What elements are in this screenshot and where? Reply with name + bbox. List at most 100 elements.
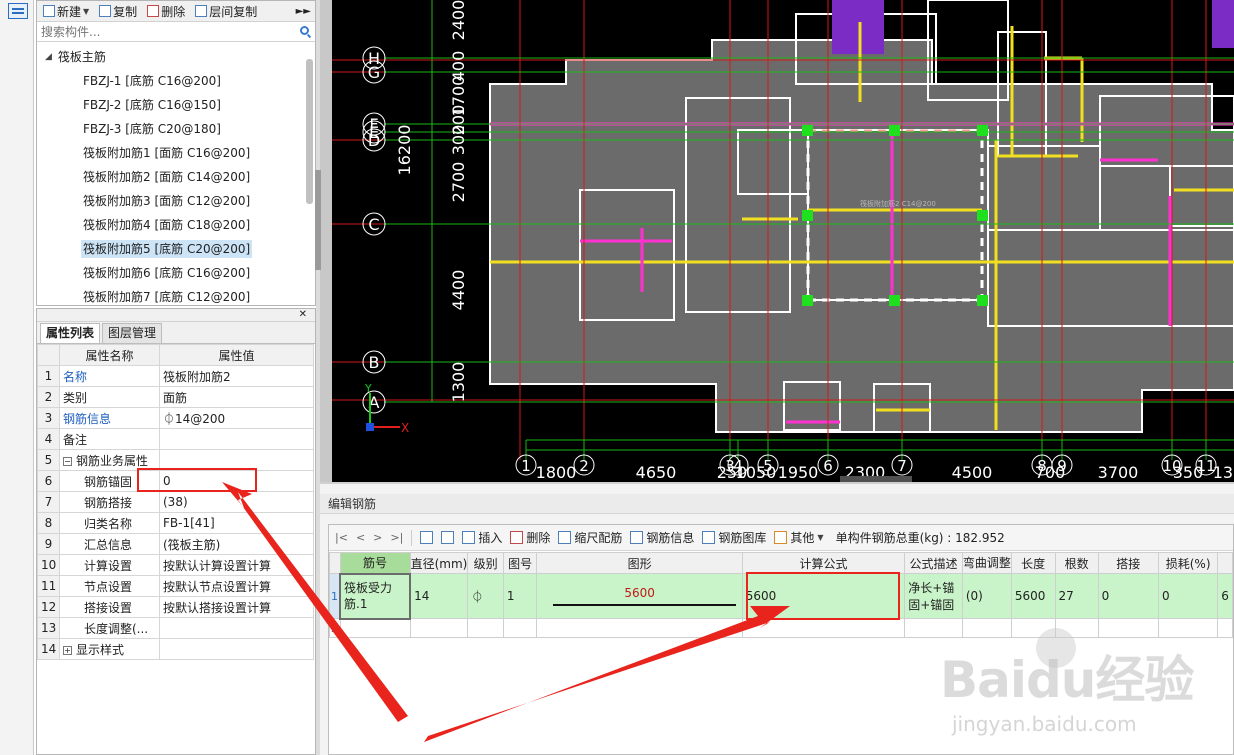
loss-cell[interactable]: 0 — [1157, 573, 1219, 619]
floor-copy-button[interactable]: 层间复制 — [193, 2, 259, 21]
move-up-icon[interactable] — [420, 531, 434, 544]
property-row[interactable]: 7 钢筋搭接 (38) — [37, 491, 314, 513]
property-value[interactable]: 按默认计算设置计算 — [159, 554, 314, 576]
delete-button[interactable]: 删除 — [145, 2, 187, 21]
grade-cell[interactable]: ⏀ — [467, 573, 504, 619]
tree-item[interactable]: 筏板附加筋7 [底筋 C12@200] — [37, 285, 303, 305]
empty-cell[interactable] — [1010, 618, 1056, 638]
rebar-delete-button[interactable]: 删除 — [510, 529, 550, 546]
property-value[interactable] — [159, 449, 314, 471]
property-row[interactable]: 9 汇总信息 (筏板主筋) — [37, 533, 314, 555]
property-row[interactable]: 4 备注 — [37, 428, 314, 450]
property-value[interactable] — [159, 638, 314, 660]
lap-cell[interactable]: 0 — [1097, 573, 1159, 619]
bend-adjust-cell[interactable]: (0) — [961, 573, 1012, 619]
empty-cell[interactable] — [502, 618, 538, 638]
cad-svg[interactable]: 筏板附加筋2 C14@200 HGFEDCBA 2400400170020030… — [332, 0, 1234, 482]
figure-no-cell[interactable]: 1 — [502, 573, 538, 619]
shape-cell[interactable]: 5600 — [536, 573, 743, 619]
property-value[interactable] — [159, 428, 314, 450]
collapse-icon[interactable]: − — [63, 456, 72, 466]
extra-cell[interactable]: 6 — [1217, 573, 1233, 619]
property-row[interactable]: 13 长度调整(... — [37, 617, 314, 639]
copy-button[interactable]: 复制 — [97, 2, 139, 21]
empty-cell[interactable] — [1054, 618, 1099, 638]
property-row[interactable]: 11 节点设置 按默认节点设置计算 — [37, 575, 314, 597]
table-row[interactable]: 1 筏板受力筋.1 14 ⏀ 1 5600 5600 净长+锚固+锚固 (0) … — [329, 572, 1233, 620]
chevron-down-icon[interactable]: ▼ — [83, 7, 89, 16]
first-row-button[interactable]: |< — [335, 531, 348, 544]
last-row-button[interactable]: >| — [390, 531, 403, 544]
property-value[interactable]: 按默认搭接设置计算 — [159, 596, 314, 618]
property-value[interactable] — [159, 617, 314, 639]
empty-cell[interactable] — [1217, 618, 1233, 638]
search-input[interactable] — [37, 22, 315, 41]
diameter-cell[interactable]: 14 — [409, 573, 469, 619]
next-row-button[interactable]: > — [373, 531, 382, 544]
property-value[interactable]: 面筋 — [159, 386, 314, 408]
property-row[interactable]: 12 搭接设置 按默认搭接设置计算 — [37, 596, 314, 618]
property-value[interactable]: 按默认节点设置计算 — [159, 575, 314, 597]
empty-cell[interactable] — [467, 618, 504, 638]
tree-item[interactable]: FBZJ-3 [底筋 C20@180] — [37, 117, 303, 141]
tree-item[interactable]: 筏板附加筋4 [面筋 C18@200] — [37, 213, 303, 237]
tree-item-label: FBZJ-1 [底筋 C16@200] — [83, 74, 221, 88]
toolbar-overflow-icon[interactable]: ►► — [296, 6, 311, 17]
rebar-library-button[interactable]: 钢筋图库 — [702, 529, 766, 546]
empty-cell[interactable] — [409, 618, 469, 638]
collapse-triangle-icon[interactable]: ◢ — [45, 45, 52, 69]
module-icon[interactable] — [8, 3, 28, 19]
table-row[interactable]: 2 — [329, 618, 1233, 638]
empty-cell[interactable] — [904, 618, 963, 638]
property-row[interactable]: 1 名称 筏板附加筋2 — [37, 365, 314, 387]
collapse-handle[interactable] — [315, 170, 321, 270]
empty-cell[interactable] — [961, 618, 1012, 638]
search-icon[interactable] — [300, 26, 309, 35]
property-value[interactable]: FB-1[41] — [159, 512, 314, 534]
formula-desc-cell[interactable]: 净长+锚固+锚固 — [904, 573, 963, 619]
property-name-label: 计算设置 — [84, 558, 133, 573]
count-cell[interactable]: 27 — [1054, 573, 1099, 619]
scale-rebar-button[interactable]: 缩尺配筋 — [558, 529, 622, 546]
tree-root[interactable]: ◢ 筏板主筋 — [37, 45, 303, 69]
bar-name-cell[interactable]: 筏板受力筋.1 — [338, 572, 412, 620]
rebar-info-button[interactable]: 钢筋信息 — [630, 529, 694, 546]
tree-item[interactable]: FBZJ-1 [底筋 C16@200] — [37, 69, 303, 93]
tree-item[interactable]: FBZJ-2 [底筋 C16@150] — [37, 93, 303, 117]
tree-item[interactable]: 筏板附加筋6 [底筋 C16@200] — [37, 261, 303, 285]
insert-button[interactable]: 插入 — [462, 529, 502, 546]
property-value[interactable]: (38) — [159, 491, 314, 513]
cad-drawing-canvas[interactable]: 筏板附加筋2 C14@200 HGFEDCBA 2400 400 1700 200 30… — [332, 0, 1234, 482]
empty-cell[interactable] — [1157, 618, 1219, 638]
length-cell[interactable]: 5600 — [1010, 573, 1056, 619]
property-row[interactable]: 5− 钢筋业务属性 — [37, 449, 314, 471]
tab-layer-manage[interactable]: 图层管理 — [102, 323, 163, 343]
tree-item[interactable]: 筏板附加筋1 [面筋 C16@200] — [37, 141, 303, 165]
property-value[interactable]: 筏板附加筋2 — [159, 365, 314, 387]
property-row[interactable]: 8 归类名称 FB-1[41] — [37, 512, 314, 534]
new-button[interactable]: 新建 ▼ — [41, 2, 91, 21]
tree-scrollbar[interactable] — [306, 59, 313, 204]
tree-item[interactable]: 筏板附加筋5 [底筋 C20@200] — [37, 237, 303, 261]
tab-property-list[interactable]: 属性列表 — [40, 323, 101, 343]
property-value[interactable]: (筏板主筋) — [159, 533, 314, 555]
property-row[interactable]: 3 钢筋信息 ⏀14@200 — [37, 407, 314, 429]
move-down-icon[interactable] — [441, 531, 455, 544]
property-row[interactable]: 10 计算设置 按默认计算设置计算 — [37, 554, 314, 576]
empty-cell[interactable] — [741, 618, 906, 638]
other-button[interactable]: 其他 ▼ — [774, 529, 824, 546]
prev-row-button[interactable]: < — [356, 531, 365, 544]
close-icon[interactable]: ✕ — [299, 309, 307, 321]
formula-cell[interactable]: 5600 — [741, 573, 906, 619]
tree-item[interactable]: 筏板附加筋3 [面筋 C12@200] — [37, 189, 303, 213]
property-value[interactable]: ⏀14@200 — [159, 407, 314, 429]
property-row[interactable]: 14 + 显示样式 — [37, 638, 314, 660]
tree-item[interactable]: 筏板附加筋2 [面筋 C14@200] — [37, 165, 303, 189]
property-row[interactable]: 2 类别 面筋 — [37, 386, 314, 408]
empty-cell[interactable] — [339, 618, 411, 638]
property-row[interactable]: 6 钢筋锚固 0 — [37, 470, 314, 492]
expand-icon[interactable]: + — [63, 645, 72, 655]
empty-cell[interactable] — [536, 618, 743, 638]
empty-cell[interactable] — [1097, 618, 1159, 638]
property-value[interactable]: 0 — [159, 470, 314, 492]
